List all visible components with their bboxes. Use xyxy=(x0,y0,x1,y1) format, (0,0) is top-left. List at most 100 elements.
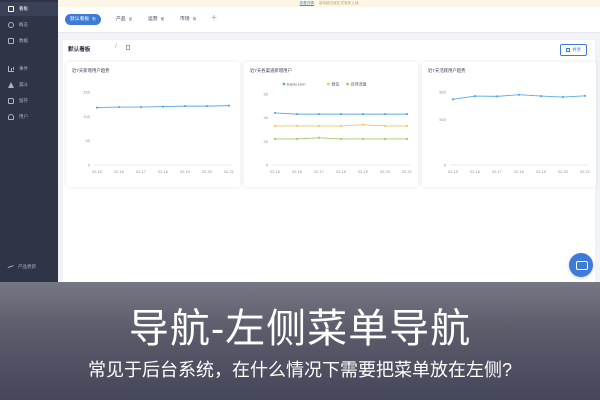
share-button[interactable]: 共享 xyxy=(560,44,587,56)
chart-card-active-users: 近7天活跃用户趋势 800 500 0 02-15 02-16 02-17 02-18 02-… xyxy=(422,62,596,187)
sidebar-item-overview[interactable]: 概览 xyxy=(0,18,58,32)
data-point[interactable] xyxy=(117,105,121,109)
legend-swatch xyxy=(327,82,330,86)
circle-icon xyxy=(8,22,14,28)
x-tick-label: 02-18 xyxy=(514,170,524,174)
data-point[interactable] xyxy=(161,105,165,108)
legend-label[interactable]: 微信 xyxy=(331,80,339,86)
x-tick-label: 02-16 xyxy=(470,170,480,174)
tab-badge: 品 xyxy=(128,17,133,21)
banner-title: 导航-左侧菜单导航 xyxy=(128,307,472,351)
data-point[interactable] xyxy=(383,124,387,128)
x-tick-label: 02-19 xyxy=(358,170,368,174)
banner-subtitle: 常见于后台系统，在什么情况下需要把菜单放在左侧? xyxy=(87,360,512,380)
sidebar-item-funnel[interactable]: 漏斗 xyxy=(0,78,58,92)
data-point[interactable] xyxy=(317,124,321,128)
data-point[interactable] xyxy=(473,95,477,98)
chat-help-button[interactable] xyxy=(569,253,593,277)
tab-product[interactable]: 产品品 xyxy=(111,14,137,25)
data-point[interactable] xyxy=(405,113,409,116)
board-title: 默认看板 xyxy=(68,47,91,53)
data-point[interactable] xyxy=(361,113,365,116)
sidebar-item-data[interactable]: 数据 xyxy=(0,34,58,48)
bar-chart-icon xyxy=(8,66,14,72)
legend-swatch xyxy=(282,82,286,86)
tab-badge: 默 xyxy=(92,17,96,21)
x-tick-label: 02-17 xyxy=(136,170,146,174)
data-point[interactable] xyxy=(517,93,521,96)
data-point[interactable] xyxy=(139,105,143,109)
data-point[interactable] xyxy=(495,95,499,98)
data-point[interactable] xyxy=(295,137,299,141)
data-point[interactable] xyxy=(383,113,387,116)
data-point[interactable] xyxy=(339,124,343,128)
y-tick-label: 0 xyxy=(444,163,447,168)
y-tick-label: 0 xyxy=(88,163,91,168)
data-point[interactable] xyxy=(183,105,187,108)
x-tick-label: 02-18 xyxy=(336,170,346,174)
y-tick-label: 50 xyxy=(86,138,91,143)
data-point[interactable] xyxy=(273,124,277,128)
data-point[interactable] xyxy=(317,136,321,139)
notice-link[interactable]: 查看详情 xyxy=(300,1,314,5)
tab-default-board[interactable]: 默认看板默 xyxy=(65,14,101,25)
data-point[interactable] xyxy=(339,137,343,141)
tab-label: 市场 xyxy=(180,17,190,22)
data-point[interactable] xyxy=(205,105,209,108)
data-point[interactable] xyxy=(295,124,299,128)
data-point[interactable] xyxy=(561,95,565,99)
x-tick-label: 02-20 xyxy=(558,170,568,174)
sidebar-item-retention[interactable]: 留存 xyxy=(0,94,58,108)
data-point[interactable] xyxy=(361,123,365,126)
x-tick-label: 02-21 xyxy=(224,170,234,174)
chart-channel-users: 60 40 20 002-15 02-16 02-17 02-18 02-19 02-20 02-… xyxy=(264,80,412,174)
tab-market[interactable]: 市场场 xyxy=(175,14,201,25)
notice-bar: 查看详情 该功能已经正式发布上线 xyxy=(58,0,600,7)
tab-label: 运营 xyxy=(148,17,158,22)
data-point[interactable] xyxy=(383,137,387,141)
data-point[interactable] xyxy=(339,113,343,116)
chart-new-users: 150 100 50 002-15 02-16 02-17 02-18 02-19 02-20 0… xyxy=(83,90,234,175)
trash-icon[interactable] xyxy=(126,45,130,50)
add-tab-button[interactable]: + xyxy=(211,13,217,25)
data-point[interactable] xyxy=(405,137,409,141)
data-point[interactable] xyxy=(405,124,409,128)
megaphone-icon xyxy=(7,264,15,270)
sidebar-item-label: 漏斗 xyxy=(19,82,28,87)
x-tick-label: 02-15 xyxy=(448,170,458,174)
x-tick-label: 02-17 xyxy=(492,170,502,174)
data-point[interactable] xyxy=(273,111,277,115)
sidebar-item-label: 用户 xyxy=(19,114,28,119)
tab-operations[interactable]: 运营营 xyxy=(143,14,169,25)
sidebar-item-events[interactable]: 事件 xyxy=(0,62,58,76)
x-tick-label: 02-21 xyxy=(402,170,412,174)
data-point[interactable] xyxy=(95,106,99,109)
data-point[interactable] xyxy=(227,104,231,107)
sidebar-item-kanban[interactable]: 看板 xyxy=(0,2,58,16)
data-point[interactable] xyxy=(361,137,365,141)
product-updates-link[interactable]: 产品更新 xyxy=(7,264,36,270)
tab-label: 默认看板 xyxy=(70,17,90,22)
data-point[interactable] xyxy=(539,95,543,98)
x-tick-label: 02-17 xyxy=(314,170,324,174)
x-tick-label: 02-16 xyxy=(292,170,302,174)
app-screenshot: 看板 概览 数据 事件 漏斗 留存 用户 产品更新 查看详情 该功能已经正式发布… xyxy=(0,0,600,286)
data-point[interactable] xyxy=(451,98,455,101)
sidebar-item-label: 概览 xyxy=(19,22,28,27)
sidebar-item-users[interactable]: 用户 xyxy=(0,110,58,124)
data-point[interactable] xyxy=(273,137,277,141)
edit-icon[interactable]: / xyxy=(115,44,117,50)
square-icon xyxy=(8,38,14,44)
sidebar-item-label: 数据 xyxy=(19,38,28,43)
data-point[interactable] xyxy=(317,113,321,116)
caption-banner: 导航-左侧菜单导航 常见于后台系统，在什么情况下需要把菜单放在左侧? xyxy=(0,282,600,400)
legend-label[interactable]: baidu.com xyxy=(287,81,306,86)
data-point[interactable] xyxy=(583,94,587,97)
x-tick-label: 02-16 xyxy=(114,170,124,174)
sidebar-item-label: 事件 xyxy=(19,66,28,71)
data-point[interactable] xyxy=(295,113,299,116)
product-updates-label: 产品更新 xyxy=(18,264,36,269)
legend-label[interactable]: 自然流量 xyxy=(351,80,367,86)
document-icon xyxy=(8,98,14,104)
chart-card-channel-users: 近7天各渠道新增用户 60 40 20 0 02-15 02-16 02-17 02-18 02… xyxy=(244,62,418,187)
